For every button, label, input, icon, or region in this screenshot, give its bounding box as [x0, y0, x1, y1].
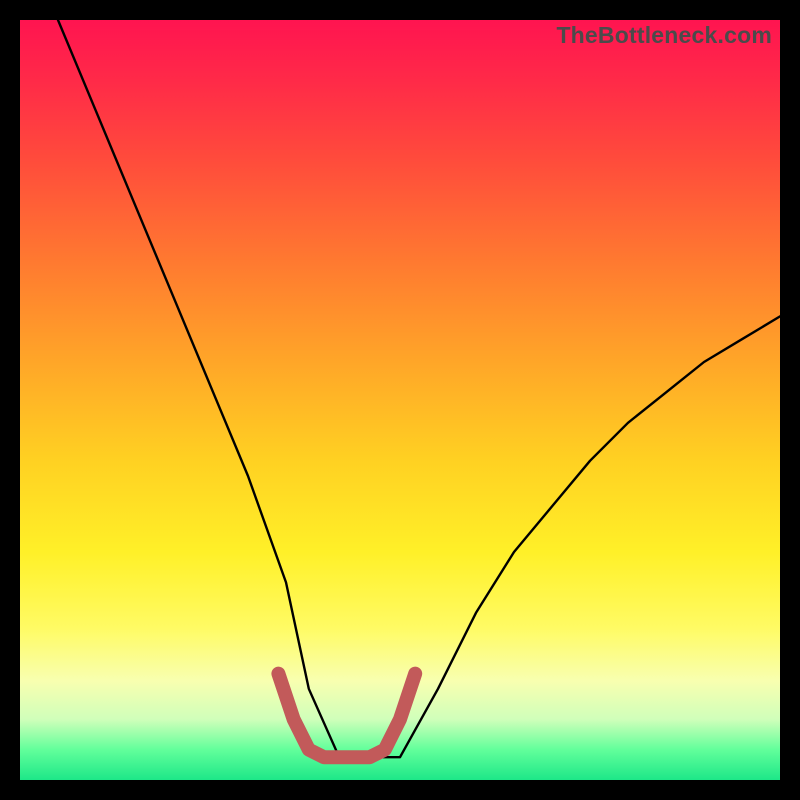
valley-highlight-path: [278, 674, 415, 758]
chart-frame: TheBottleneck.com: [20, 20, 780, 780]
bottleneck-curve-path: [58, 20, 780, 757]
chart-svg: [20, 20, 780, 780]
